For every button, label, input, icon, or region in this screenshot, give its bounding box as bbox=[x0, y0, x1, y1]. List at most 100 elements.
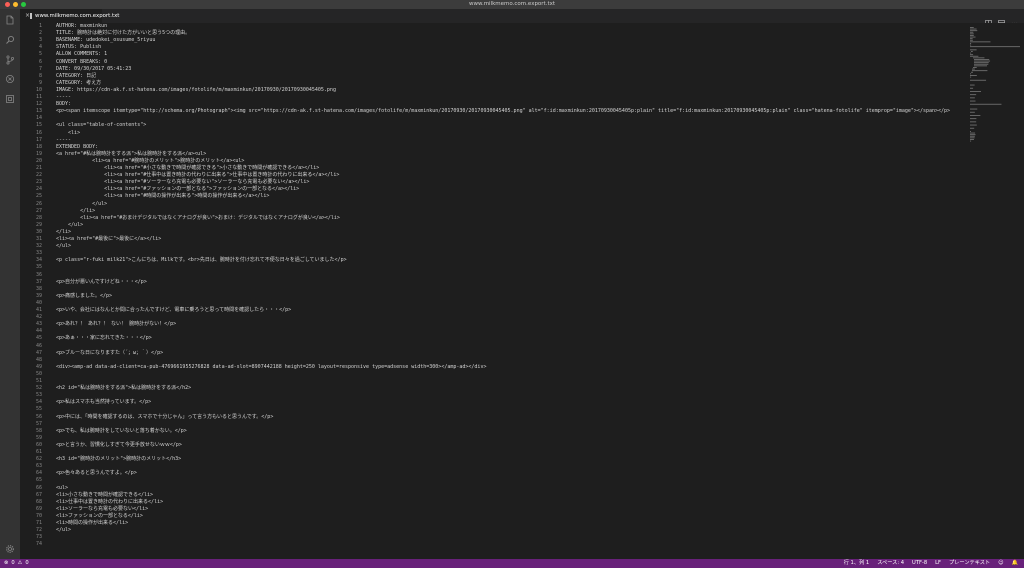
debug-icon[interactable] bbox=[4, 73, 16, 85]
code-line[interactable]: 26 </ul> bbox=[20, 201, 966, 208]
code-line[interactable]: 67 <li>小さな動きで時間が確認できる</li> bbox=[20, 492, 966, 499]
layout-icon[interactable] bbox=[998, 12, 1005, 27]
code-line[interactable]: 63 bbox=[20, 463, 966, 470]
code-line[interactable]: 5 ALLOW COMMENTS: 1 bbox=[20, 51, 966, 58]
error-icon[interactable]: ⊗ bbox=[4, 559, 8, 568]
code-line[interactable]: 2 TITLE: 腕時計は絶対に付けた方がいいと思う5つの理由。 bbox=[20, 30, 966, 37]
code-line[interactable]: 36 bbox=[20, 272, 966, 279]
line-text: ----- bbox=[56, 136, 72, 143]
code-line[interactable]: 34 <p class="r-fuki milk21">こんにちは、Milkです。… bbox=[20, 257, 966, 264]
code-line[interactable]: 64 <p>色々あると思うんですよ。</p> bbox=[20, 470, 966, 477]
code-line[interactable]: 74 bbox=[20, 541, 966, 548]
code-line[interactable]: 20 <li><a href="#腕時計のメリット">腕時計のメリット</a><… bbox=[20, 158, 966, 165]
code-line[interactable]: 69 <li>ソーラーなら充電も必要ない</li> bbox=[20, 506, 966, 513]
code-line[interactable]: 12 BODY: bbox=[20, 101, 966, 108]
code-line[interactable]: 18 EXTENDED BODY: bbox=[20, 144, 966, 151]
search-icon[interactable] bbox=[4, 34, 16, 46]
code-line[interactable]: 65 bbox=[20, 477, 966, 484]
line-text: </li> bbox=[56, 207, 96, 214]
minimap-line bbox=[970, 103, 1002, 105]
minimap-line bbox=[970, 108, 978, 110]
code-line[interactable]: 50 bbox=[20, 371, 966, 378]
code-line[interactable]: 55 bbox=[20, 406, 966, 413]
code-line[interactable]: 37 <p>自分が悪いんですけどね・・・</p> bbox=[20, 279, 966, 286]
indentation[interactable]: スペース: 4 bbox=[877, 559, 904, 568]
code-line[interactable]: 40 bbox=[20, 300, 966, 307]
code-line[interactable]: 27 </li> bbox=[20, 208, 966, 215]
code-line[interactable]: 53 bbox=[20, 392, 966, 399]
code-line[interactable]: 10 IMAGE: https://cdn-ak.f.st-hatena.com/… bbox=[20, 87, 966, 94]
code-line[interactable]: 59 bbox=[20, 435, 966, 442]
code-line[interactable]: 6 CONVERT BREAKS: 0 bbox=[20, 59, 966, 66]
code-line[interactable]: 60 <p>と言うか、習慣化しすぎて今更手放せないｗｗ</p> bbox=[20, 442, 966, 449]
language-mode[interactable]: プレーンテキスト bbox=[949, 559, 990, 568]
code-line[interactable]: 47 <p>ブルーな日になりますた（´；ω；｀）</p> bbox=[20, 350, 966, 357]
code-line[interactable]: 68 <li>仕事中は置き時計の代わりに出来る</li> bbox=[20, 499, 966, 506]
code-line[interactable]: 46 bbox=[20, 343, 966, 350]
code-line[interactable]: 49 <div><amp-ad data-ad-client=ca-pub-476… bbox=[20, 364, 966, 371]
minimap-line bbox=[970, 131, 971, 132]
code-line[interactable]: 9 CATEGORY: 考え方 bbox=[20, 80, 966, 87]
line-number: 36 bbox=[35, 271, 42, 278]
settings-gear-icon[interactable] bbox=[4, 543, 16, 555]
code-line[interactable]: 43 <p>あれ？！ あれ？！ ない！ 腕時計がない！</p> bbox=[20, 321, 966, 328]
code-line[interactable]: 44 bbox=[20, 328, 966, 335]
code-line[interactable]: 11 ----- bbox=[20, 94, 966, 101]
code-line[interactable]: 39 <p>痛感しました。</p> bbox=[20, 293, 966, 300]
code-line[interactable]: 13 <p><span itemscope itemtype="http://sc… bbox=[20, 108, 966, 115]
cursor-position[interactable]: 行 1、列 1 bbox=[844, 559, 869, 568]
code-line[interactable]: 28 <li><a href="#おまけデジタルではなくアナログが良い">おまけ… bbox=[20, 215, 966, 222]
code-line[interactable]: 19 <a href="#私は腕時計をする派">私は腕時計をする派</a><ul> bbox=[20, 151, 966, 158]
code-line[interactable]: 70 <li>ファッションの一部となる</li> bbox=[20, 513, 966, 520]
warning-count[interactable]: 0 bbox=[25, 559, 28, 568]
code-line[interactable]: 8 CATEGORY: 日記 bbox=[20, 73, 966, 80]
code-line[interactable]: 56 <p>中には、「時間を確認するのは、スマホで十分じゃん」って言う方もいると思… bbox=[20, 414, 966, 421]
code-line[interactable]: 38 bbox=[20, 286, 966, 293]
text-editor[interactable]: 1 AUTHOR: maxminkun 2 TITLE: 腕時計は絶対に付けた方がいい… bbox=[20, 23, 966, 559]
code-line[interactable]: 58 <p>でも、私は腕時計をしていないと落ち着かない。</p> bbox=[20, 428, 966, 435]
line-text: <a href="#私は腕時計をする派">私は腕時計をする派</a><ul> bbox=[56, 150, 207, 157]
encoding[interactable]: UTF-8 bbox=[912, 559, 927, 568]
code-line[interactable]: 41 <p>いや、会社にはなんとか間に合ったんですけど、電車に乗ろうと思って時間を… bbox=[20, 307, 966, 314]
line-number: 34 bbox=[35, 257, 42, 264]
code-line[interactable]: 35 bbox=[20, 264, 966, 271]
split-editor-icon[interactable] bbox=[985, 12, 992, 27]
line-number: 18 bbox=[35, 143, 42, 150]
code-line[interactable]: 66 <ul> bbox=[20, 485, 966, 492]
files-icon[interactable] bbox=[4, 14, 16, 26]
code-line[interactable]: 32 </ul> bbox=[20, 243, 966, 250]
warning-icon[interactable]: ⚠ bbox=[18, 559, 23, 568]
code-line[interactable]: 57 bbox=[20, 421, 966, 428]
extensions-icon[interactable] bbox=[4, 93, 16, 105]
code-line[interactable]: 25 <li><a href="#時間の操作が出来る">時間の操作が出来る</a… bbox=[20, 193, 966, 200]
tab-export-txt[interactable]: × www.milkmemo.com.export.txt bbox=[20, 9, 119, 23]
code-line[interactable]: 4 STATUS: Publish bbox=[20, 44, 966, 51]
code-line[interactable]: 71 <li>時間の操作が出来る</li> bbox=[20, 520, 966, 527]
code-line[interactable]: 52 <h2 id="私は腕時計をする派">私は腕時計をする派</h2> bbox=[20, 385, 966, 392]
code-line[interactable]: 31 <li><a href="#最後に">最後に</a></li> bbox=[20, 236, 966, 243]
code-line[interactable]: 73 bbox=[20, 534, 966, 541]
feedback-icon[interactable]: ☺ bbox=[998, 559, 1003, 568]
code-line[interactable]: 3 BASENAME: udedokei_osusume_5riyuu bbox=[20, 37, 966, 44]
source-control-icon[interactable] bbox=[4, 54, 16, 66]
code-line[interactable]: 54 <p>私はスマホも当然持っています。</p> bbox=[20, 399, 966, 406]
code-line[interactable]: 7 DATE: 09/30/2017 05:41:23 bbox=[20, 66, 966, 73]
code-line[interactable]: 29 </ul> bbox=[20, 222, 966, 229]
code-line[interactable]: 72 </ul> bbox=[20, 527, 966, 534]
more-actions-icon[interactable] bbox=[1011, 12, 1018, 25]
code-line[interactable]: 14 bbox=[20, 115, 966, 122]
notifications-icon[interactable]: 🔔 bbox=[1012, 559, 1018, 568]
end-of-line[interactable]: LF bbox=[935, 559, 941, 568]
code-line[interactable]: 16 <li> bbox=[20, 130, 966, 137]
error-count[interactable]: 0 bbox=[11, 559, 14, 568]
minimap-line bbox=[971, 51, 973, 52]
code-line[interactable]: 15 <ul class="table-of-contents"> bbox=[20, 122, 966, 129]
code-line[interactable]: 45 <p>あぁ・・・家に忘れてきた・・・</p> bbox=[20, 335, 966, 342]
minimap[interactable] bbox=[966, 23, 1024, 559]
minimap-line bbox=[970, 44, 972, 46]
code-line[interactable]: 48 bbox=[20, 357, 966, 364]
code-line[interactable]: 62 <h3 id="腕時計のメリット">腕時計のメリット</h3> bbox=[20, 456, 966, 463]
minimap-line bbox=[971, 71, 973, 73]
code-line[interactable]: 17 ----- bbox=[20, 137, 966, 144]
code-line[interactable]: 30 </li> bbox=[20, 229, 966, 236]
